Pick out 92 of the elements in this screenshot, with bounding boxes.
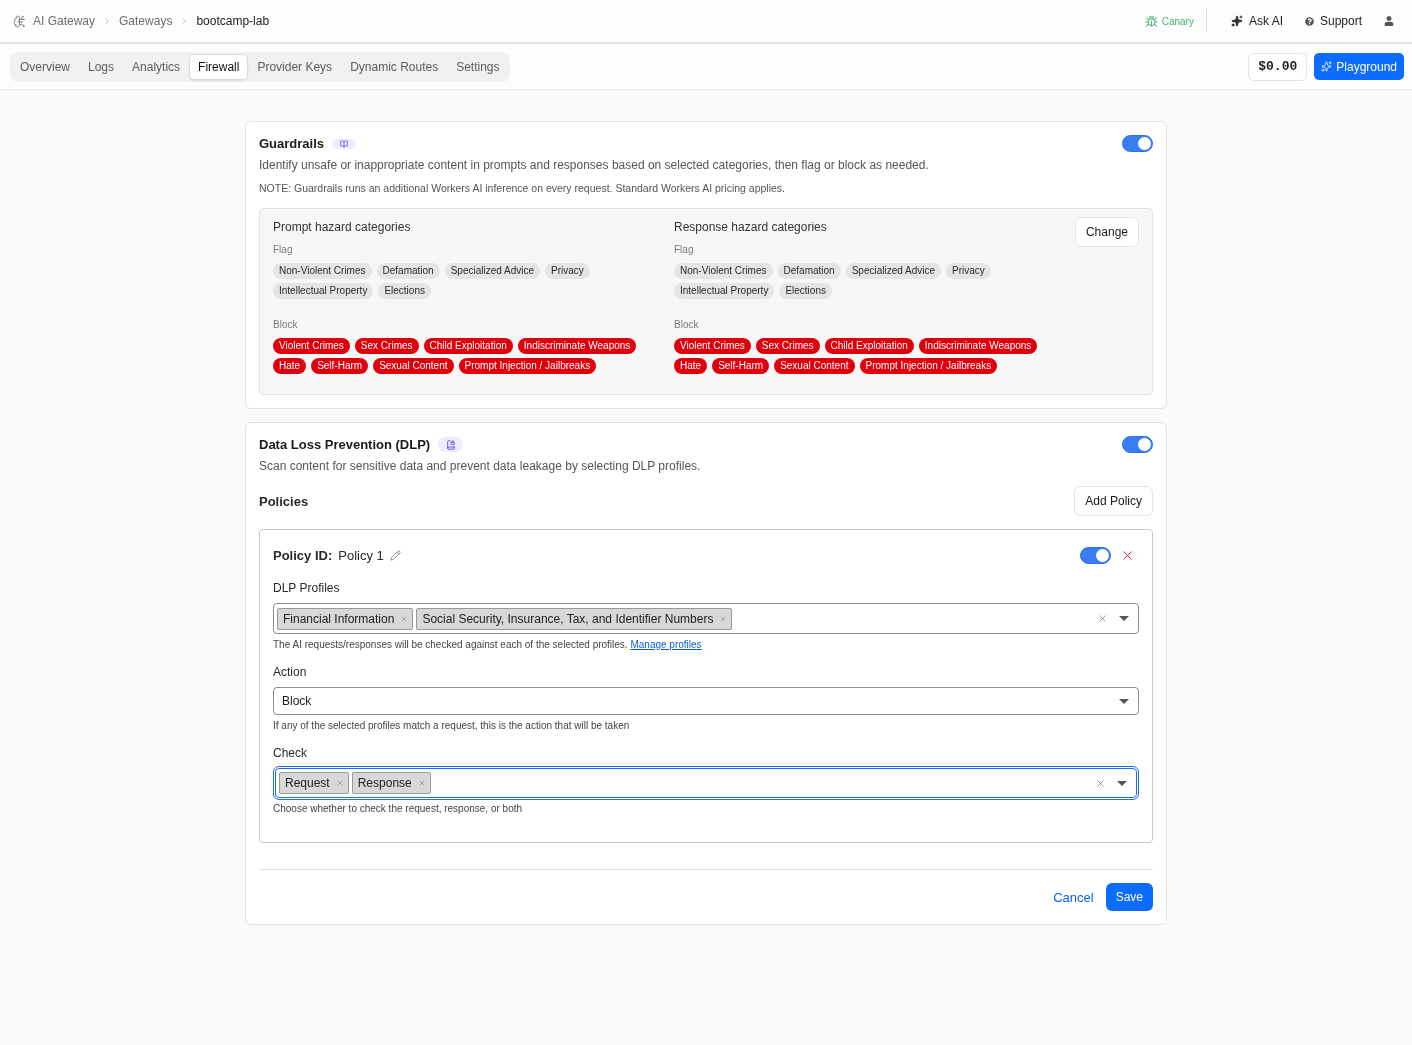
policy-name: Policy 1 [338, 547, 384, 563]
breadcrumb-link[interactable]: Gateways [119, 14, 173, 28]
toggle-switch[interactable] [1122, 436, 1153, 453]
category-tag: Intellectual Property [674, 283, 775, 299]
category-tag: Non-Violent Crimes [273, 263, 372, 279]
cancel-link[interactable]: Cancel [1053, 889, 1094, 905]
change-button[interactable]: Change [1074, 217, 1139, 247]
manage-link[interactable]: Manage profiles [630, 639, 702, 650]
value-chip[interactable]: Response [351, 772, 431, 794]
add-policy-button[interactable]: Add Policy [1074, 486, 1153, 516]
group-label: Flag [674, 243, 695, 256]
save-button[interactable]: Save [1105, 883, 1153, 911]
caret-icon[interactable] [1119, 698, 1129, 704]
category-tag: Indiscriminate Weapons [918, 338, 1038, 354]
help-text: If any of the selected profiles match a request, this is the action that will be taken [273, 719, 631, 732]
multi-select-field[interactable]: Financial Information Social Security, Insurance, Tax, and Identifier Numbers [273, 603, 1139, 634]
category-tag: Self-Harm [712, 358, 770, 374]
card-title: Data Loss Prevention (DLP) [259, 436, 431, 453]
help-text: Choose whether to check the request, response, or both [273, 802, 524, 815]
category-tag: Prompt Injection / Jailbreaks [859, 358, 998, 374]
category-tag: Sex Crimes [354, 338, 419, 354]
category-tag: Self-Harm [311, 358, 369, 374]
section-title: Policies [259, 493, 309, 509]
category-tag: Sexual Content [373, 358, 454, 374]
group-label: Block [674, 318, 700, 331]
note-text: NOTE: Guardrails runs an additional Workers AI inference on every request. Standard Workers AI pricing applies. [259, 181, 787, 195]
tab[interactable]: Analytics [123, 53, 190, 80]
field-label: Action [273, 665, 308, 680]
canary-label: Canary [1161, 15, 1194, 27]
card-description: Scan content for sensitive data and prevent data leakage by selecting DLP profiles. [259, 458, 702, 474]
caret-icon[interactable] [1117, 780, 1127, 786]
category-tag: Prompt Injection / Jailbreaks [458, 358, 597, 374]
group-label: Block [273, 318, 299, 331]
brain-circuit-icon [13, 14, 26, 28]
ask-ai-button[interactable]: Ask AI [1230, 14, 1283, 28]
sparkles-icon [1321, 61, 1333, 72]
tab[interactable]: Overview [11, 53, 79, 80]
category-tag: Child Exploitation [423, 338, 513, 354]
category-tag: Specialized Advice [444, 263, 541, 279]
clear-icon[interactable] [1097, 613, 1108, 624]
breadcrumb-link[interactable]: AI Gateway [33, 14, 96, 28]
breadcrumb-link[interactable]: bootcamp-lab [196, 14, 270, 28]
playground-button[interactable]: Playground [1314, 53, 1404, 80]
tab[interactable]: Settings [447, 53, 509, 80]
field-label: Check [273, 746, 308, 761]
tab[interactable]: Logs [79, 53, 124, 80]
policy-id-label: Policy ID: [273, 547, 333, 563]
category-tag: Elections [779, 283, 832, 299]
category-tag: Privacy [946, 263, 991, 279]
category-tag: Specialized Advice [845, 263, 942, 279]
toggle-switch[interactable] [1122, 135, 1153, 152]
category-tag: Violent Crimes [273, 338, 350, 354]
category-tag: Defamation [376, 263, 440, 279]
cost-button[interactable]: $0.00 [1248, 52, 1308, 81]
bug-icon [1144, 14, 1158, 28]
book-icon[interactable] [332, 138, 357, 149]
value-chip[interactable]: Request [279, 772, 349, 794]
help-text: The AI requests/responses will be checked against each of the selected profiles. Manage profiles [273, 638, 703, 651]
column-title: Prompt hazard categories [273, 220, 412, 235]
value-chip[interactable]: Financial Information [277, 607, 414, 630]
clear-icon[interactable] [1095, 777, 1106, 789]
select-field[interactable]: Block [273, 687, 1139, 715]
category-tag: Sexual Content [774, 358, 855, 374]
tab[interactable]: Firewall [189, 53, 249, 80]
category-tag: Elections [378, 283, 431, 299]
multi-select-field[interactable]: Request Response [275, 768, 1137, 798]
user-icon[interactable] [1384, 16, 1394, 26]
edit-icon[interactable] [389, 549, 401, 561]
tab[interactable]: Dynamic Routes [341, 53, 448, 80]
book-icon[interactable] [438, 437, 464, 452]
caret-icon[interactable] [1119, 616, 1129, 621]
category-tag: Privacy [545, 263, 590, 279]
category-tag: Sex Crimes [755, 338, 820, 354]
tab[interactable]: Provider Keys [248, 53, 342, 80]
category-tag: Defamation [777, 263, 841, 279]
column-title: Response hazard categories [674, 220, 828, 235]
sparkles-icon [1230, 15, 1243, 27]
group-label: Flag [273, 243, 294, 256]
category-tag: Violent Crimes [674, 338, 751, 354]
category-tag: Child Exploitation [824, 338, 914, 354]
card-description: Identify unsafe or inappropriate content in prompts and responses based on selected categories, then flag or block as needed. [259, 157, 930, 173]
support-button[interactable]: Support [1304, 14, 1362, 28]
category-tag: Indiscriminate Weapons [517, 338, 637, 354]
value-chip[interactable]: Social Security, Insurance, Tax, and Identifier Numbers [416, 607, 733, 630]
card-title: Guardrails [259, 135, 325, 152]
category-tag: Non-Violent Crimes [674, 263, 773, 279]
help-icon [1304, 16, 1314, 26]
category-tag: Hate [273, 358, 307, 374]
category-tag: Intellectual Property [273, 283, 374, 299]
field-label: DLP Profiles [273, 581, 341, 596]
category-tag: Hate [674, 358, 708, 374]
toggle-switch[interactable] [1080, 546, 1111, 564]
